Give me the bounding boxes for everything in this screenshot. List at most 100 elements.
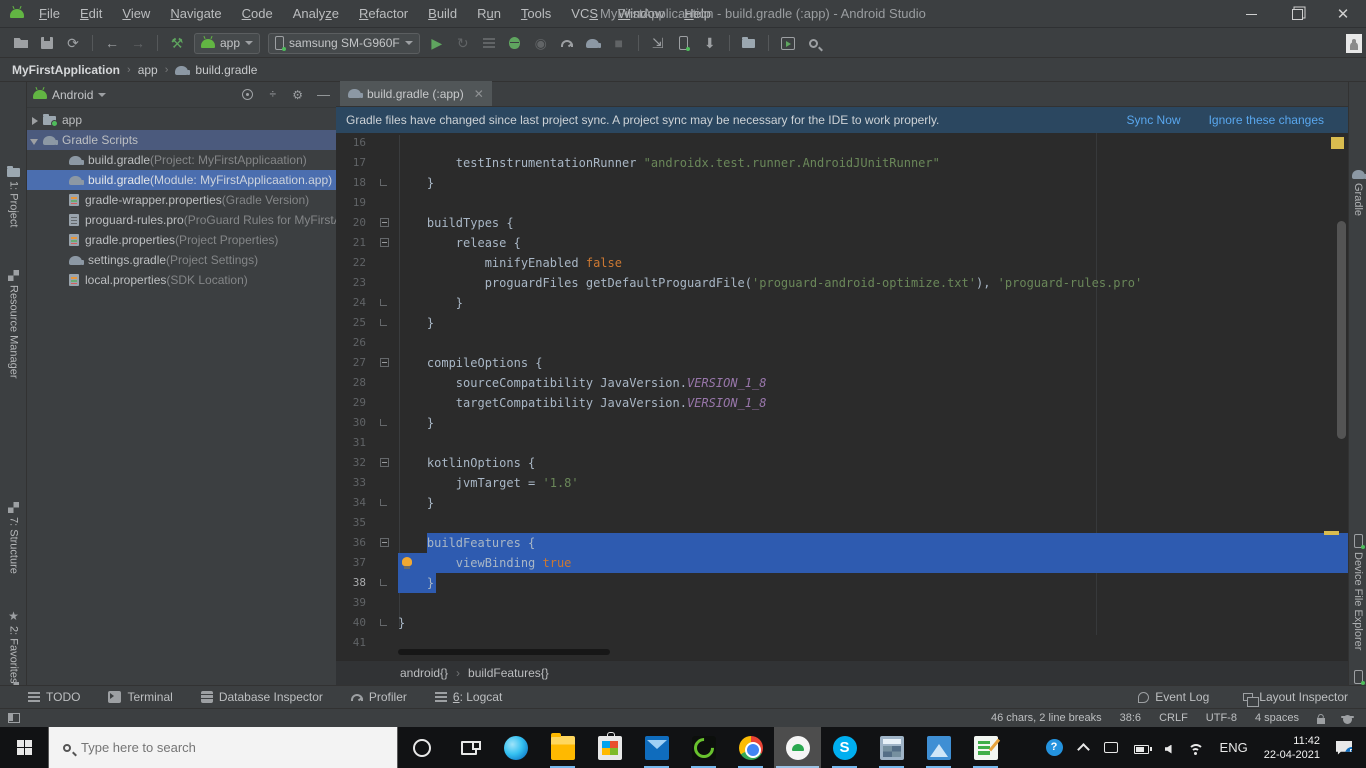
line-number[interactable]: 16 bbox=[340, 133, 366, 153]
code-line-36[interactable]: 36 buildFeatures { bbox=[336, 533, 1348, 553]
fold-marker-icon[interactable] bbox=[380, 579, 387, 586]
toolwindow-button-event-log[interactable]: Event Log bbox=[1138, 690, 1209, 704]
code-line-24[interactable]: 24 } bbox=[336, 293, 1348, 313]
menu-file[interactable]: File bbox=[30, 3, 69, 24]
apply-changes-button[interactable] bbox=[477, 32, 501, 54]
menu-tools[interactable]: Tools bbox=[512, 3, 560, 24]
line-number[interactable]: 41 bbox=[340, 633, 366, 653]
code-line-30[interactable]: 30 } bbox=[336, 413, 1348, 433]
code-line-23[interactable]: 23 proguardFiles getDefaultProguardFile(… bbox=[336, 273, 1348, 293]
settings-gear-icon[interactable]: ⚙ bbox=[292, 88, 303, 102]
taskbar-skype-icon[interactable]: S bbox=[821, 727, 868, 768]
vertical-scrollbar[interactable] bbox=[1337, 221, 1346, 439]
tree-item-build-gradle[interactable]: build.gradle (Module: MyFirstApplicaatio… bbox=[27, 170, 336, 190]
save-all-button[interactable] bbox=[35, 32, 59, 54]
line-number[interactable]: 22 bbox=[340, 253, 366, 273]
code-line-33[interactable]: 33 jvmTarget = '1.8' bbox=[336, 473, 1348, 493]
taskbar-task-view-icon[interactable] bbox=[445, 727, 492, 768]
stripe-resource-manager[interactable]: Resource Manager bbox=[0, 270, 27, 379]
tree-item-local-properties[interactable]: local.properties (SDK Location) bbox=[27, 270, 336, 290]
intention-bulb-icon[interactable] bbox=[402, 557, 412, 569]
layout-validation-button[interactable] bbox=[776, 32, 800, 54]
build-hammer-button[interactable]: ⚒ bbox=[165, 32, 189, 54]
fold-marker-icon[interactable] bbox=[380, 419, 387, 426]
device-manager-button[interactable] bbox=[672, 32, 696, 54]
error-stripe-warning-mark[interactable] bbox=[1331, 137, 1344, 149]
help-tray-icon[interactable]: ? bbox=[1045, 739, 1063, 756]
code-line-35[interactable]: 35 bbox=[336, 513, 1348, 533]
notification-center-icon[interactable]: 5 bbox=[1336, 740, 1352, 755]
taskbar-chrome-icon[interactable] bbox=[727, 727, 774, 768]
code-line-17[interactable]: 17 testInstrumentationRunner "androidx.t… bbox=[336, 153, 1348, 173]
line-number[interactable]: 29 bbox=[340, 393, 366, 413]
line-number[interactable]: 17 bbox=[340, 153, 366, 173]
taskbar-android-studio-icon[interactable] bbox=[774, 727, 821, 768]
code-line-31[interactable]: 31 bbox=[336, 433, 1348, 453]
open-file-button[interactable] bbox=[9, 32, 33, 54]
back-arrow-button[interactable]: ← bbox=[100, 32, 124, 54]
fold-marker-icon[interactable] bbox=[380, 179, 387, 186]
battery-icon[interactable] bbox=[1133, 744, 1152, 754]
fold-marker-icon[interactable] bbox=[380, 299, 387, 306]
fold-marker-icon[interactable] bbox=[380, 218, 389, 227]
code-line-21[interactable]: 21 release { bbox=[336, 233, 1348, 253]
project-structure-button[interactable] bbox=[737, 32, 761, 54]
restore-button[interactable] bbox=[1274, 0, 1320, 28]
code-line-39[interactable]: 39 bbox=[336, 593, 1348, 613]
fold-marker-icon[interactable] bbox=[380, 358, 389, 367]
line-number[interactable]: 36 bbox=[340, 533, 366, 553]
taskbar-calculator-icon[interactable] bbox=[868, 727, 915, 768]
editor-breadcrumb-item[interactable]: android{} bbox=[400, 666, 448, 680]
line-number[interactable]: 33 bbox=[340, 473, 366, 493]
tree-expanded-arrow-icon[interactable] bbox=[30, 136, 39, 145]
line-number[interactable]: 37 bbox=[340, 553, 366, 573]
taskbar-file-explorer-icon[interactable] bbox=[539, 727, 586, 768]
code-line-40[interactable]: 40} bbox=[336, 613, 1348, 633]
line-number[interactable]: 19 bbox=[340, 193, 366, 213]
close-button[interactable]: ✕ bbox=[1320, 0, 1366, 28]
attach-debugger-button[interactable]: ⇲ bbox=[646, 32, 670, 54]
code-line-28[interactable]: 28 sourceCompatibility JavaVersion.VERSI… bbox=[336, 373, 1348, 393]
tree-item-gradle-scripts[interactable]: Gradle Scripts bbox=[27, 130, 336, 150]
menu-build[interactable]: Build bbox=[419, 3, 466, 24]
code-line-27[interactable]: 27 compileOptions { bbox=[336, 353, 1348, 373]
taskbar-edge-icon[interactable] bbox=[492, 727, 539, 768]
code-line-22[interactable]: 22 minifyEnabled false bbox=[336, 253, 1348, 273]
rerun-button[interactable]: ↻ bbox=[451, 32, 475, 54]
fold-marker-icon[interactable] bbox=[380, 538, 389, 547]
line-number[interactable]: 24 bbox=[340, 293, 366, 313]
line-number[interactable]: 35 bbox=[340, 513, 366, 533]
tool-window-toggle-icon[interactable] bbox=[8, 713, 20, 723]
user-avatar[interactable] bbox=[1346, 33, 1362, 53]
taskbar-mail-icon[interactable] bbox=[633, 727, 680, 768]
toolwindow-button-todo[interactable]: TODO bbox=[28, 690, 80, 704]
stripe-1-project[interactable]: 1: Project bbox=[0, 166, 27, 227]
line-number[interactable]: 26 bbox=[340, 333, 366, 353]
tray-chevron-up-icon[interactable] bbox=[1076, 743, 1090, 756]
run-configuration-dropdown[interactable]: app bbox=[194, 32, 261, 54]
code-line-29[interactable]: 29 targetCompatibility JavaVersion.VERSI… bbox=[336, 393, 1348, 413]
line-number[interactable]: 34 bbox=[340, 493, 366, 513]
fold-marker-icon[interactable] bbox=[380, 619, 387, 626]
tree-item-gradle-properties[interactable]: gradle.properties (Project Properties) bbox=[27, 230, 336, 250]
target-device-dropdown[interactable]: samsung SM-G960F bbox=[268, 32, 420, 54]
clock[interactable]: 11:42 22-04-2021 bbox=[1264, 734, 1320, 762]
fold-marker-icon[interactable] bbox=[380, 499, 387, 506]
collapse-all-icon[interactable]: ÷ bbox=[267, 88, 278, 100]
code-line-34[interactable]: 34 } bbox=[336, 493, 1348, 513]
menu-refactor[interactable]: Refactor bbox=[350, 3, 417, 24]
run-play-button[interactable]: ▶ bbox=[425, 32, 449, 54]
stripe-7-structure[interactable]: 7: Structure bbox=[0, 502, 27, 574]
fold-marker-icon[interactable] bbox=[380, 238, 389, 247]
line-separator[interactable]: CRLF bbox=[1159, 712, 1188, 724]
line-number[interactable]: 20 bbox=[340, 213, 366, 233]
tree-item-settings-gradle[interactable]: settings.gradle (Project Settings) bbox=[27, 250, 336, 270]
tree-collapsed-arrow-icon[interactable] bbox=[30, 116, 39, 125]
menu-edit[interactable]: Edit bbox=[71, 3, 111, 24]
line-number[interactable]: 27 bbox=[340, 353, 366, 373]
line-number[interactable]: 23 bbox=[340, 273, 366, 293]
line-number[interactable]: 30 bbox=[340, 413, 366, 433]
editor-breadcrumb-item[interactable]: buildFeatures{} bbox=[468, 666, 549, 680]
unlock-icon[interactable] bbox=[1317, 717, 1325, 724]
stop-square-button[interactable]: ■ bbox=[607, 32, 631, 54]
